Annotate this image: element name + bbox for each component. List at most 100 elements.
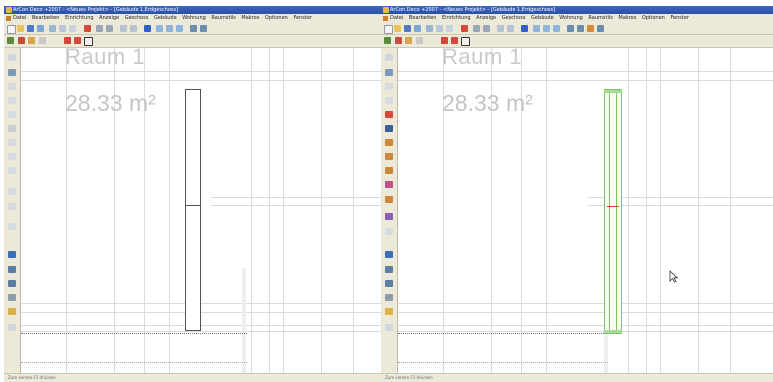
room-tool-icon[interactable]	[8, 69, 16, 76]
house-icon[interactable]	[461, 25, 468, 32]
menu-item-einrichtung[interactable]: Einrichtung	[442, 15, 471, 21]
measure-tool-icon[interactable]	[8, 324, 16, 331]
symbol-tool-icon[interactable]	[8, 203, 16, 210]
camera-tool-icon[interactable]	[8, 294, 16, 301]
material-tool-icon[interactable]	[8, 266, 16, 273]
view-2d-icon[interactable]	[567, 25, 574, 32]
symbol-tool-icon[interactable]	[385, 196, 393, 203]
floor-plan-canvas[interactable]: Raum 1 28.33 m²	[21, 48, 385, 374]
menu-item-bearbeiten[interactable]: Bearbeiten	[409, 15, 436, 21]
camera-tool-icon[interactable]	[385, 294, 393, 301]
menu-item-anzeige[interactable]: Anzeige	[476, 15, 496, 21]
wall-tool-icon[interactable]	[395, 37, 402, 44]
move-icon[interactable]	[144, 25, 151, 32]
ceiling-tool-icon[interactable]	[385, 97, 393, 104]
frame-tool-icon[interactable]	[461, 37, 470, 46]
material-tool-icon[interactable]	[385, 266, 393, 273]
stairs-tool-icon[interactable]	[405, 37, 412, 44]
open-folder-icon[interactable]	[17, 25, 24, 32]
furniture-tool-icon[interactable]	[8, 223, 16, 230]
save-icon[interactable]	[27, 25, 34, 32]
new-file-icon[interactable]	[384, 25, 393, 34]
move-icon[interactable]	[521, 25, 528, 32]
wall-tool-icon[interactable]	[18, 37, 25, 44]
column-tool-icon[interactable]	[8, 139, 16, 146]
floor-tool-icon[interactable]	[385, 83, 393, 90]
menu-item-wohnung[interactable]: Wohnung	[559, 15, 583, 21]
menu-item-raumstils[interactable]: Raumstils	[588, 15, 612, 21]
menu-item-anzeige[interactable]: Anzeige	[99, 15, 119, 21]
zoom-in-icon[interactable]	[120, 25, 127, 32]
print-icon[interactable]	[37, 25, 44, 32]
cut-icon[interactable]	[49, 25, 56, 32]
paint-tool-icon[interactable]	[8, 251, 16, 258]
view-2d-icon[interactable]	[190, 25, 197, 32]
window-tool-icon[interactable]	[74, 37, 81, 44]
select-tool-icon[interactable]	[385, 54, 393, 61]
undo-icon[interactable]	[96, 25, 103, 32]
floor-plan-canvas[interactable]: Raum 1 28.33 m²	[398, 48, 773, 374]
selected-wall-column[interactable]	[604, 89, 622, 334]
menu-item-gebaeude[interactable]: Gebäude	[154, 15, 177, 21]
render-icon[interactable]	[587, 25, 594, 32]
opening-tool-icon[interactable]	[8, 167, 16, 174]
cut-icon[interactable]	[426, 25, 433, 32]
save-icon[interactable]	[404, 25, 411, 32]
layers-icon[interactable]	[543, 25, 550, 32]
menu-item-datei[interactable]: Datei	[13, 15, 26, 21]
menu-item-optionen[interactable]: Optionen	[265, 15, 288, 21]
zoom-in-icon[interactable]	[497, 25, 504, 32]
menu-item-makros[interactable]: Makros	[618, 15, 636, 21]
terrain-tool-icon[interactable]	[385, 308, 393, 315]
ceiling-tool-icon[interactable]	[8, 97, 16, 104]
menu-item-fenster[interactable]: Fenster	[670, 15, 689, 21]
light-tool-icon[interactable]	[8, 280, 16, 287]
walkthrough-icon[interactable]	[597, 25, 604, 32]
menu-item-optionen[interactable]: Optionen	[642, 15, 665, 21]
opening-tool-icon[interactable]	[385, 167, 393, 174]
select-tool-icon[interactable]	[8, 54, 16, 61]
view-3d-icon[interactable]	[200, 25, 207, 32]
open-folder-icon[interactable]	[394, 25, 401, 32]
terrain-tool-icon[interactable]	[8, 308, 16, 315]
menu-item-bearbeiten[interactable]: Bearbeiten	[32, 15, 59, 21]
layers-icon[interactable]	[166, 25, 173, 32]
stairs-tool-icon[interactable]	[28, 37, 35, 44]
measure-tool-icon[interactable]	[385, 324, 393, 331]
furniture-tool-icon[interactable]	[385, 213, 393, 220]
zoom-out-icon[interactable]	[130, 25, 137, 32]
paste-icon[interactable]	[69, 25, 76, 32]
grid-icon[interactable]	[176, 25, 183, 32]
copy-icon[interactable]	[436, 25, 443, 32]
print-icon[interactable]	[414, 25, 421, 32]
paste-icon[interactable]	[446, 25, 453, 32]
new-file-icon[interactable]	[7, 25, 16, 34]
menu-item-geschoss[interactable]: Geschoss	[502, 15, 526, 21]
column-tool-icon[interactable]	[385, 139, 393, 146]
house-icon[interactable]	[84, 25, 91, 32]
roof-tool-icon[interactable]	[8, 111, 16, 118]
ruler-icon[interactable]	[156, 25, 163, 32]
text-tool-icon[interactable]	[8, 188, 16, 195]
grid-icon[interactable]	[553, 25, 560, 32]
menu-item-wohnung[interactable]: Wohnung	[182, 15, 206, 21]
undo-icon[interactable]	[473, 25, 480, 32]
object-tool-icon[interactable]	[385, 228, 393, 235]
beam-tool-icon[interactable]	[8, 153, 16, 160]
menu-item-gebaeude[interactable]: Gebäude	[531, 15, 554, 21]
menu-item-fenster[interactable]: Fenster	[293, 15, 312, 21]
window-tool-icon[interactable]	[451, 37, 458, 44]
copy-icon[interactable]	[59, 25, 66, 32]
light-tool-icon[interactable]	[385, 280, 393, 287]
zoom-out-icon[interactable]	[507, 25, 514, 32]
redo-icon[interactable]	[483, 25, 490, 32]
frame-tool-icon[interactable]	[84, 37, 93, 46]
menu-item-datei[interactable]: Datei	[390, 15, 403, 21]
ruler-icon[interactable]	[533, 25, 540, 32]
menu-item-geschoss[interactable]: Geschoss	[125, 15, 149, 21]
floor-tool-icon[interactable]	[8, 83, 16, 90]
roof-tool-icon[interactable]	[385, 111, 393, 118]
redo-icon[interactable]	[106, 25, 113, 32]
menu-item-makros[interactable]: Makros	[241, 15, 259, 21]
dimension-tool-icon[interactable]	[8, 125, 16, 132]
